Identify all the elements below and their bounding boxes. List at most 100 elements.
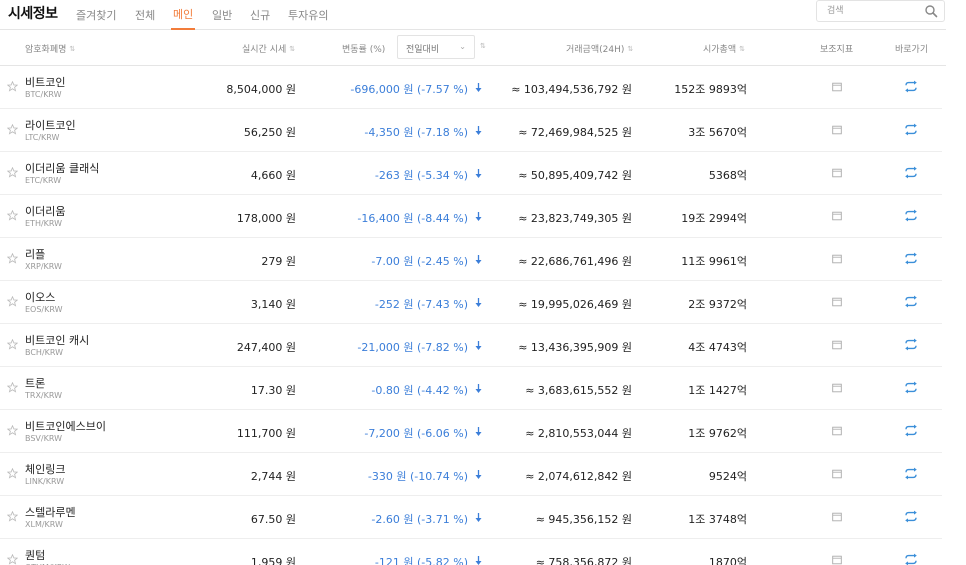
- table-row[interactable]: 라이트코인 LTC/KRW 56,250 원 -4,350 원 (-7.18 %…: [0, 109, 942, 152]
- coin-price: 279 원: [261, 255, 296, 268]
- tab-main[interactable]: 메인: [171, 6, 196, 30]
- exchange-icon[interactable]: [904, 209, 918, 222]
- exchange-icon[interactable]: [904, 424, 918, 437]
- star-icon[interactable]: [7, 339, 18, 350]
- table-row[interactable]: 이더리움 ETH/KRW 178,000 원 -16,400 원 (-8.44 …: [0, 195, 942, 238]
- coin-name[interactable]: 스텔라루멘: [25, 504, 76, 520]
- star-icon[interactable]: [7, 554, 18, 565]
- coin-name[interactable]: 이오스: [25, 289, 55, 305]
- table-header: 암호화폐명 ⇅ 실시간 시세 ⇅ 변동률 (%) 전일대비 ⌄ ⇅ 거래금액(24H…: [0, 30, 946, 66]
- header-price[interactable]: 실시간 시세 ⇅: [242, 42, 295, 55]
- coin-change: -252 원 (-7.43 %): [374, 298, 468, 311]
- coin-volume: ≈ 22,686,761,496 원: [518, 255, 632, 268]
- coin-pair: BTC/KRW: [25, 90, 62, 99]
- header-change[interactable]: 변동률 (%): [342, 42, 385, 55]
- tab-new[interactable]: 신규: [250, 7, 270, 23]
- coin-price: 8,504,000 원: [226, 83, 296, 96]
- tab-caution[interactable]: 투자유의: [288, 7, 328, 23]
- table-row[interactable]: 트론 TRX/KRW 17.30 원 -0.80 원 (-4.42 %) ≈ 3…: [0, 367, 942, 410]
- exchange-icon[interactable]: [904, 338, 918, 351]
- search-icon[interactable]: [924, 4, 938, 18]
- chart-icon[interactable]: [832, 555, 842, 565]
- star-icon[interactable]: [7, 167, 18, 178]
- exchange-icon[interactable]: [904, 123, 918, 136]
- coin-volume: ≈ 2,810,553,044 원: [525, 427, 632, 440]
- table-row[interactable]: 체인링크 LINK/KRW 2,744 원 -330 원 (-10.74 %) …: [0, 453, 942, 496]
- chart-icon[interactable]: [832, 211, 842, 221]
- exchange-icon[interactable]: [904, 510, 918, 523]
- table-row[interactable]: 비트코인 BTC/KRW 8,504,000 원 -696,000 원 (-7.…: [0, 66, 942, 109]
- chart-icon[interactable]: [832, 297, 842, 307]
- star-icon[interactable]: [7, 511, 18, 522]
- tab-all[interactable]: 전체: [135, 7, 155, 23]
- star-icon[interactable]: [7, 468, 18, 479]
- sort-icon: ⇅: [289, 45, 296, 53]
- table-row[interactable]: 이더리움 클래식 ETC/KRW 4,660 원 -263 원 (-5.34 %…: [0, 152, 942, 195]
- coin-name[interactable]: 비트코인: [25, 74, 65, 90]
- tab-favorites[interactable]: 즐겨찾기: [76, 7, 116, 23]
- search-input[interactable]: [825, 3, 919, 19]
- header-name[interactable]: 암호화폐명 ⇅: [25, 42, 75, 55]
- chart-icon[interactable]: [832, 469, 842, 479]
- star-icon[interactable]: [7, 81, 18, 92]
- chart-icon[interactable]: [832, 512, 842, 522]
- chart-icon[interactable]: [832, 383, 842, 393]
- chart-icon[interactable]: [832, 168, 842, 178]
- coin-name[interactable]: 비트코인에스브이: [25, 418, 106, 434]
- arrow-down-icon: [475, 212, 482, 221]
- exchange-icon[interactable]: [904, 295, 918, 308]
- table-row[interactable]: 리플 XRP/KRW 279 원 -7.00 원 (-2.45 %) ≈ 22,…: [0, 238, 942, 281]
- header-change-sort[interactable]: ⇅: [477, 42, 486, 52]
- star-icon[interactable]: [7, 425, 18, 436]
- star-icon[interactable]: [7, 124, 18, 135]
- star-icon[interactable]: [7, 382, 18, 393]
- coin-change: -0.80 원 (-4.42 %): [371, 384, 468, 397]
- exchange-icon[interactable]: [904, 381, 918, 394]
- coin-volume: ≈ 945,356,152 원: [535, 513, 632, 526]
- coin-name[interactable]: 체인링크: [25, 461, 65, 477]
- coin-pair: ETH/KRW: [25, 219, 63, 228]
- coin-name[interactable]: 트론: [25, 375, 45, 391]
- coin-market-cap: 152조 9893억: [674, 83, 747, 96]
- coin-name[interactable]: 이더리움 클래식: [25, 160, 99, 176]
- chart-icon[interactable]: [832, 254, 842, 264]
- coin-name[interactable]: 라이트코인: [25, 117, 76, 133]
- coin-pair: BCH/KRW: [25, 348, 64, 357]
- coin-name[interactable]: 리플: [25, 246, 45, 262]
- coin-change: -4,350 원 (-7.18 %): [364, 126, 468, 139]
- exchange-icon[interactable]: [904, 80, 918, 93]
- arrow-down-icon: [475, 384, 482, 393]
- exchange-icon[interactable]: [904, 553, 918, 565]
- coin-market-cap: 5368억: [708, 169, 747, 182]
- coin-name[interactable]: 이더리움: [25, 203, 65, 219]
- star-icon[interactable]: [7, 253, 18, 264]
- chart-icon[interactable]: [832, 340, 842, 350]
- header-shortcut: 바로가기: [895, 45, 929, 55]
- table-row[interactable]: 비트코인 캐시 BCH/KRW 247,400 원 -21,000 원 (-7.…: [0, 324, 942, 367]
- arrow-down-icon: [475, 470, 482, 479]
- table-row[interactable]: 비트코인에스브이 BSV/KRW 111,700 원 -7,200 원 (-6.…: [0, 410, 942, 453]
- star-icon[interactable]: [7, 296, 18, 307]
- exchange-icon[interactable]: [904, 467, 918, 480]
- table-row[interactable]: 이오스 EOS/KRW 3,140 원 -252 원 (-7.43 %) ≈ 1…: [0, 281, 942, 324]
- header-volume[interactable]: 거래금액(24H) ⇅: [566, 42, 633, 55]
- exchange-icon[interactable]: [904, 252, 918, 265]
- tab-general[interactable]: 일반: [212, 7, 232, 23]
- change-basis-select[interactable]: 전일대비 ⌄: [397, 35, 475, 59]
- star-icon[interactable]: [7, 210, 18, 221]
- chart-icon[interactable]: [832, 125, 842, 135]
- coin-pair: TRX/KRW: [25, 391, 63, 400]
- coin-market-cap: 2조 9372억: [688, 298, 747, 311]
- coin-name[interactable]: 비트코인 캐시: [25, 332, 89, 348]
- header-mcap[interactable]: 시가총액 ⇅: [703, 42, 745, 55]
- sort-icon: ⇅: [480, 42, 486, 50]
- chart-icon[interactable]: [832, 426, 842, 436]
- table-row[interactable]: 퀀텀 QTUM/KRW 1,959 원 -121 원 (-5.82 %) ≈ 7…: [0, 539, 942, 565]
- coin-list: 비트코인 BTC/KRW 8,504,000 원 -696,000 원 (-7.…: [0, 66, 946, 565]
- coin-volume: ≈ 758,356,872 원: [535, 556, 632, 565]
- table-row[interactable]: 스텔라루멘 XLM/KRW 67.50 원 -2.60 원 (-3.71 %) …: [0, 496, 942, 539]
- exchange-icon[interactable]: [904, 166, 918, 179]
- coin-name[interactable]: 퀀텀: [25, 547, 45, 563]
- chart-icon[interactable]: [832, 82, 842, 92]
- coin-change: -7.00 원 (-2.45 %): [371, 255, 468, 268]
